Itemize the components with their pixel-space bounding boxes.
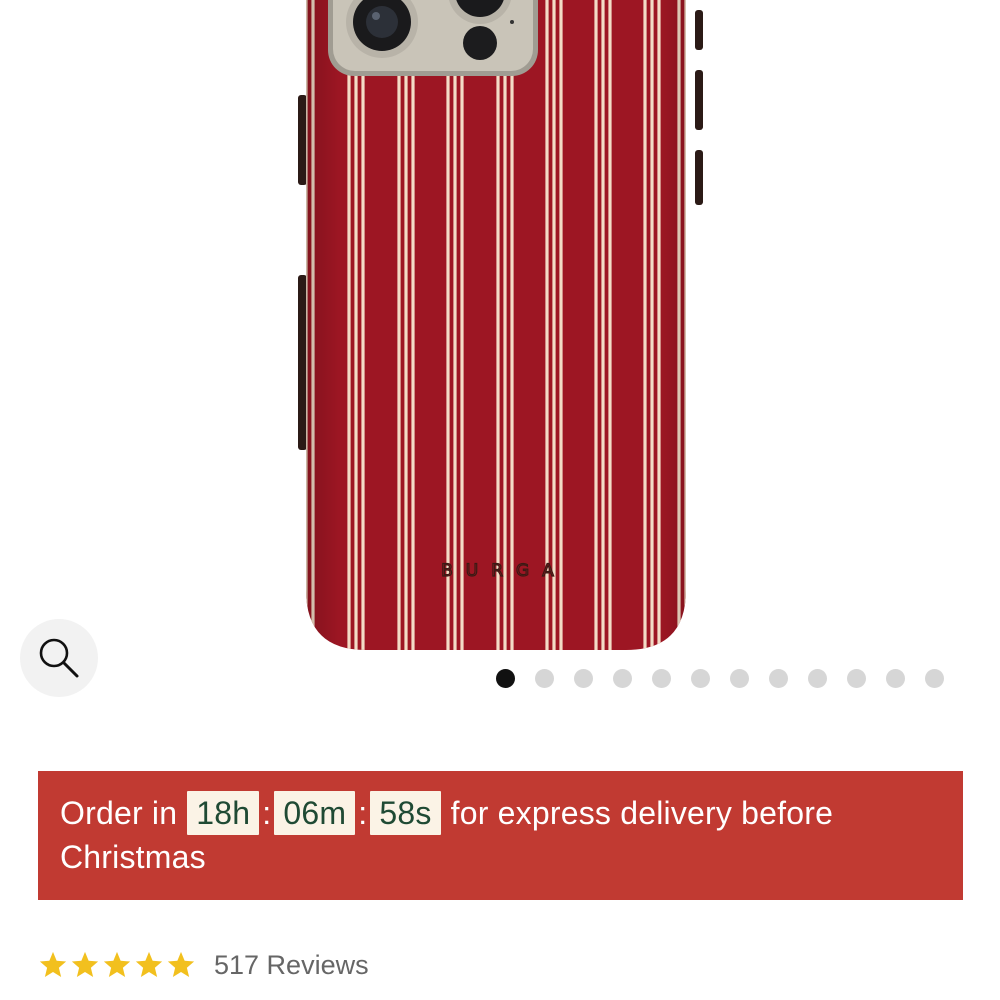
countdown-seconds: 58s xyxy=(370,791,441,835)
zoom-button[interactable] xyxy=(20,619,98,697)
pagination-dot[interactable] xyxy=(652,669,671,688)
star-icon xyxy=(167,951,195,977)
star-icon xyxy=(135,951,163,977)
pagination-dot[interactable] xyxy=(847,669,866,688)
pagination-dot[interactable] xyxy=(691,669,710,688)
side-button xyxy=(298,275,307,450)
search-icon xyxy=(39,638,79,678)
countdown-separator: : xyxy=(358,795,368,831)
pagination-dot[interactable] xyxy=(925,669,944,688)
side-button xyxy=(695,70,703,130)
review-count-link[interactable]: 517 Reviews xyxy=(214,950,369,981)
camera-flash xyxy=(463,26,497,60)
pagination-dot[interactable] xyxy=(769,669,788,688)
star-rating xyxy=(38,950,196,980)
stripe-line xyxy=(691,0,694,660)
pagination-dot[interactable] xyxy=(730,669,749,688)
side-button xyxy=(695,10,703,50)
pagination-dot[interactable] xyxy=(808,669,827,688)
pagination-dot[interactable] xyxy=(886,669,905,688)
countdown-minutes: 06m xyxy=(274,791,356,835)
gallery-pagination[interactable] xyxy=(496,669,944,688)
brand-logo: BURGA xyxy=(441,561,567,581)
banner-prefix: Order in xyxy=(60,795,178,831)
product-image-gallery[interactable]: BURGA xyxy=(0,0,1000,700)
pagination-dot[interactable] xyxy=(535,669,554,688)
countdown-hours: 18h xyxy=(187,791,260,835)
star-icon xyxy=(71,951,99,977)
side-button xyxy=(298,95,307,185)
pagination-dot[interactable] xyxy=(574,669,593,688)
pagination-dot[interactable] xyxy=(613,669,632,688)
pagination-dot[interactable] xyxy=(496,669,515,688)
side-button xyxy=(695,150,703,205)
star-icon xyxy=(39,951,67,977)
star-icon xyxy=(103,951,131,977)
phone-case-image: BURGA xyxy=(298,0,703,660)
delivery-countdown-banner: Order in 18h:06m:58s for express deliver… xyxy=(38,771,963,900)
reviews-summary[interactable]: 517 Reviews xyxy=(38,945,369,985)
camera-module xyxy=(328,0,538,76)
product-image[interactable]: BURGA xyxy=(290,0,710,665)
countdown-separator: : xyxy=(262,795,272,831)
